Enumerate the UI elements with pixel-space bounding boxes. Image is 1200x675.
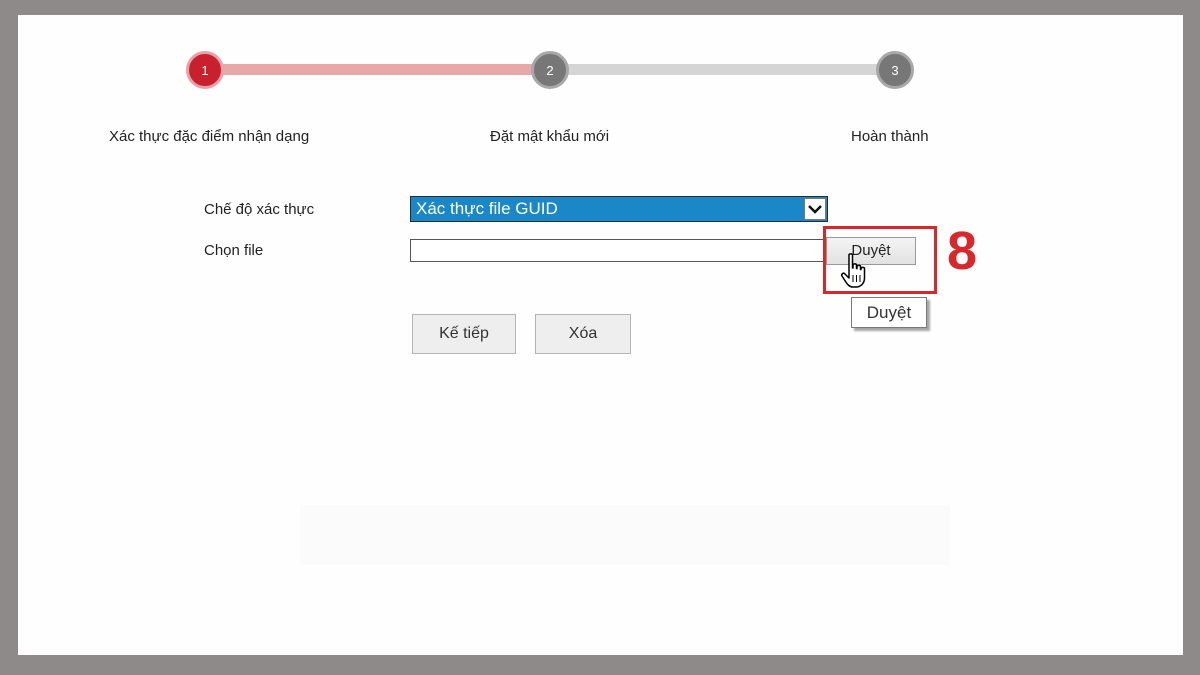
step-2-dot: 2 [531,51,569,89]
browse-tooltip: Duyệt [851,297,927,328]
step-3-label: Hoàn thành [851,128,929,145]
next-button[interactable]: Kế tiếp [412,314,516,354]
auth-mode-label: Chế độ xác thực [204,201,315,218]
clear-button[interactable]: Xóa [535,314,631,354]
auth-mode-value: Xác thực file GUID [416,199,558,218]
step-1-label: Xác thực đặc điểm nhận dạng [109,128,310,145]
progress-track-pending [550,64,895,75]
file-label: Chọn file [204,242,264,259]
auth-mode-select[interactable]: Xác thực file GUID [410,196,828,222]
progress-track-done [205,64,550,75]
hand-pointer-icon [840,253,870,294]
step-1-dot: 1 [186,51,224,89]
step-3-dot: 3 [876,51,914,89]
annotation-step-number: 8 [947,221,978,281]
file-path-input[interactable] [410,239,828,262]
chevron-down-icon[interactable] [804,198,826,220]
background-panel [300,505,950,565]
step-2-label: Đặt mật khẩu mới [490,128,610,145]
